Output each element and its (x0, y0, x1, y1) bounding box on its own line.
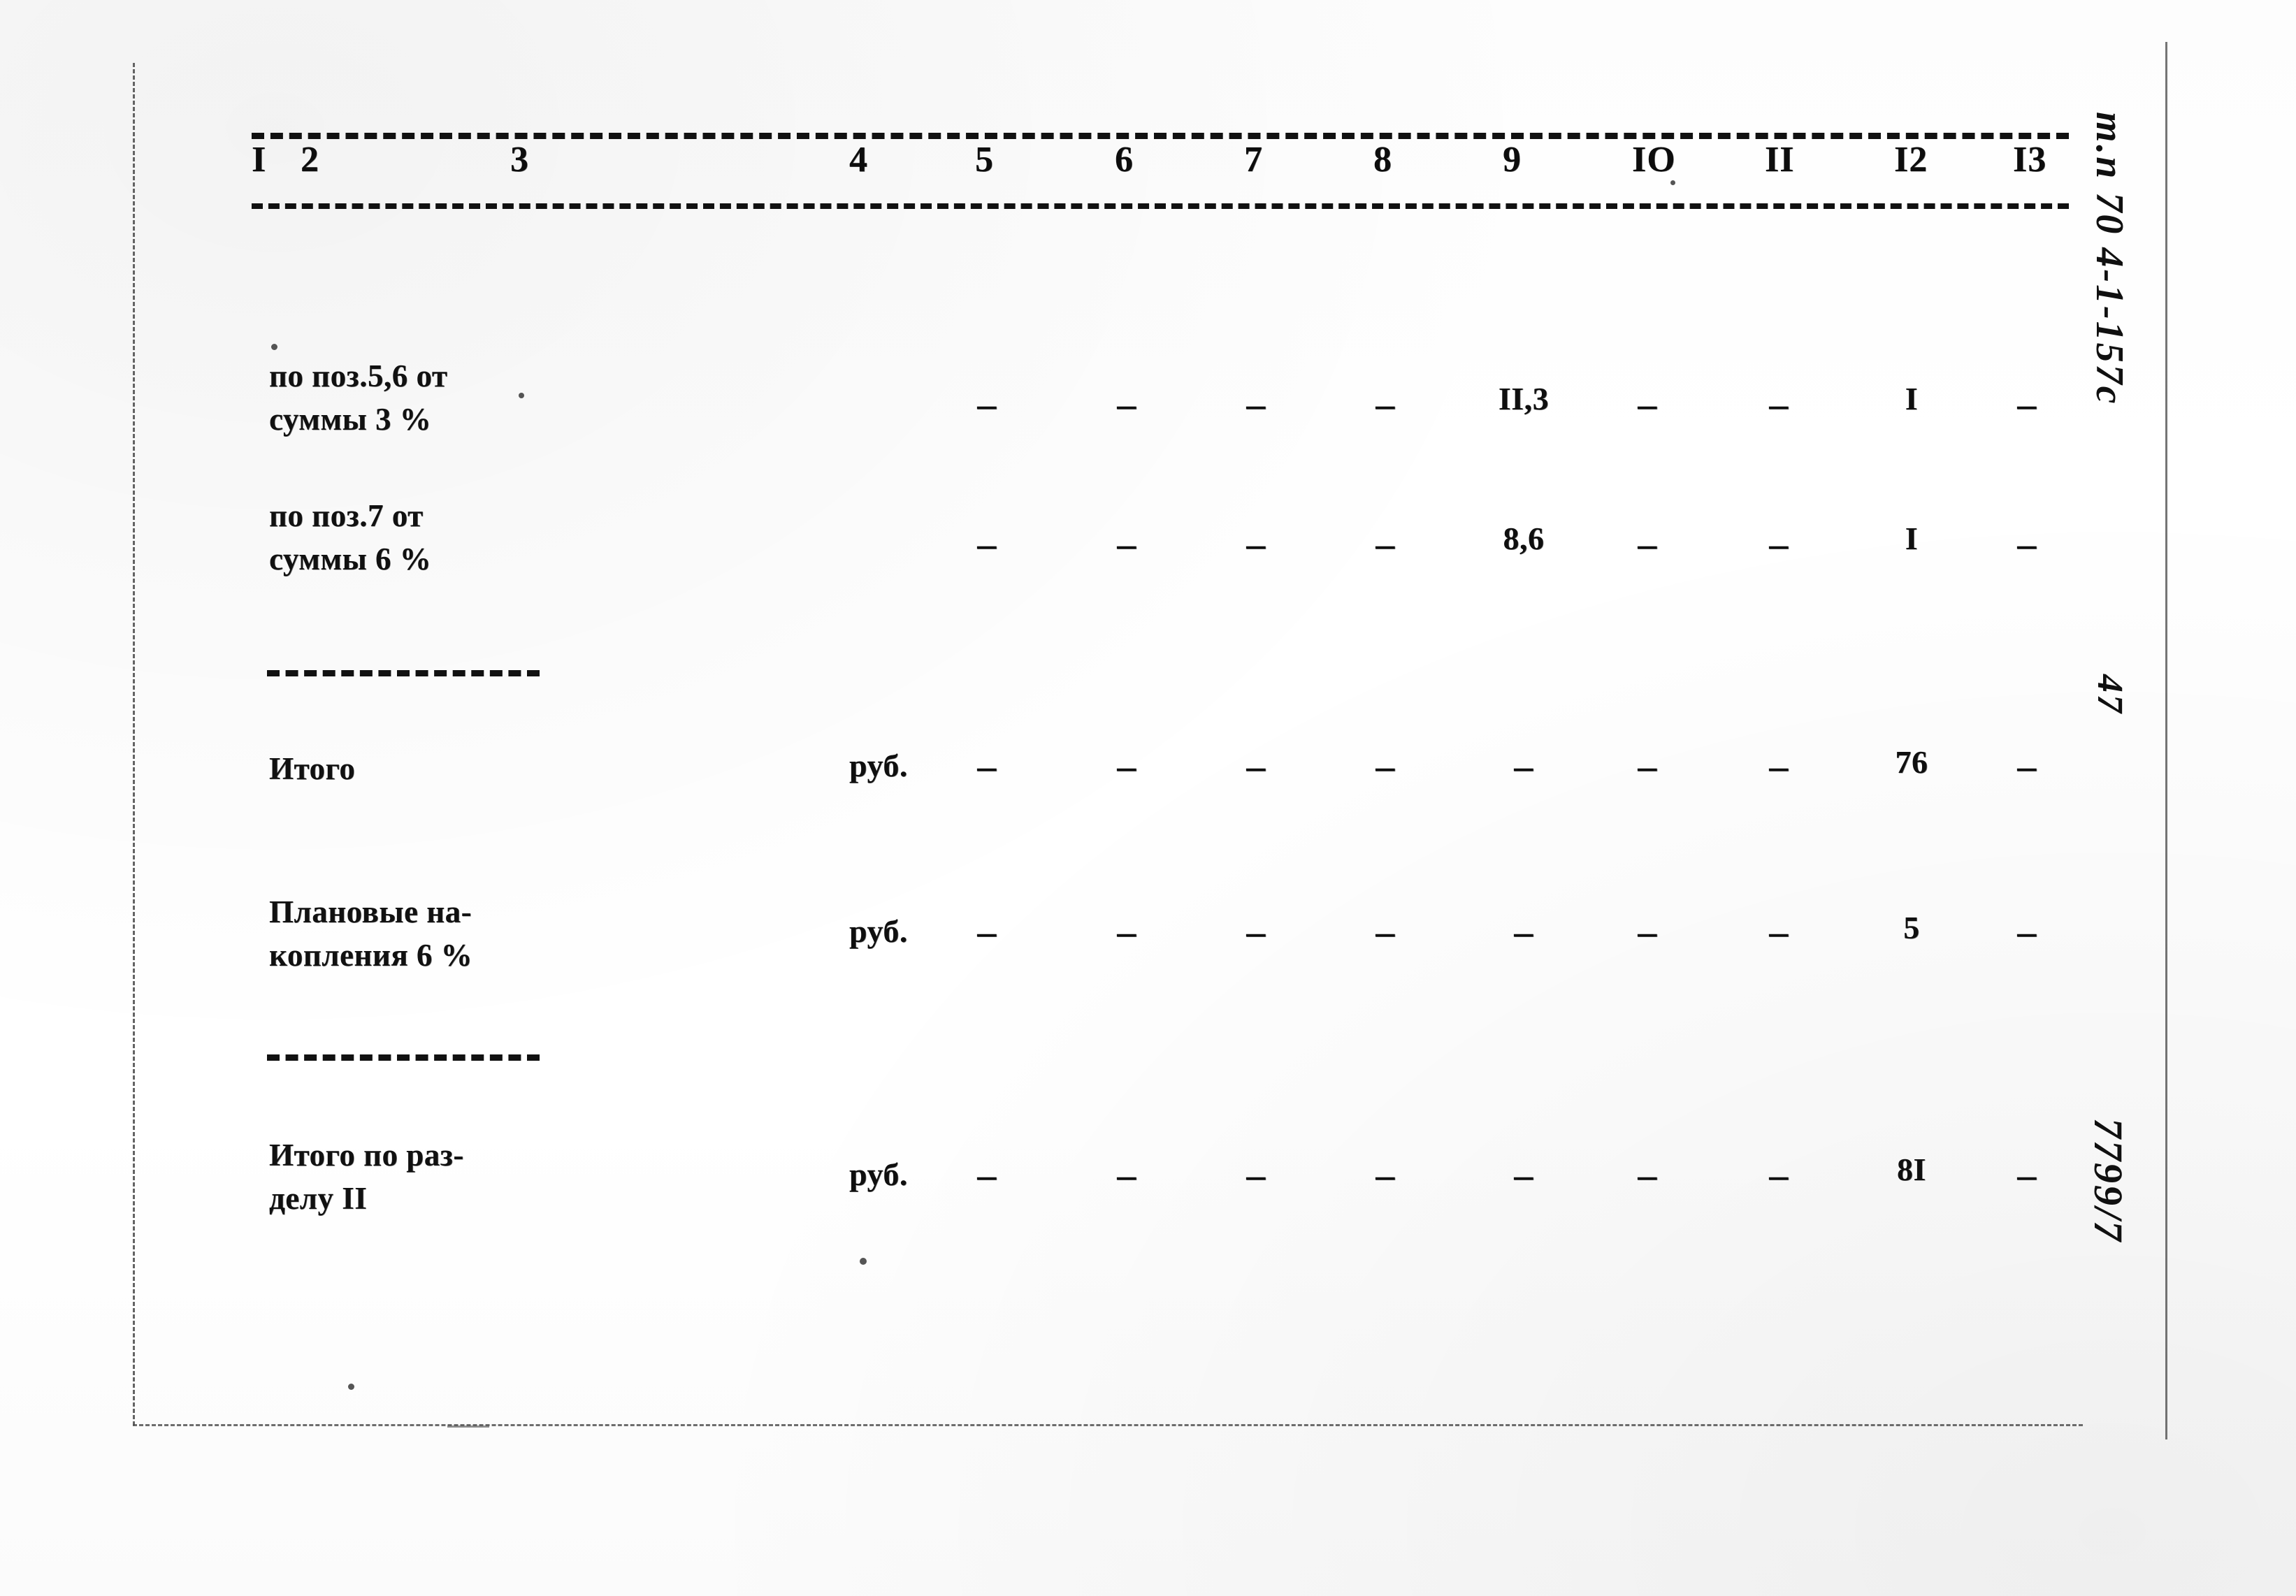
cell-col-10: – (1638, 911, 1657, 952)
column-header-7: 7 (1244, 140, 1263, 180)
row-unit: руб. (849, 913, 908, 949)
cell-col-8: – (1376, 911, 1395, 952)
column-header-13: I3 (2013, 140, 2047, 180)
cell-col-5: – (977, 523, 997, 565)
cell-col-7: – (1246, 383, 1266, 425)
column-header-1: I (252, 140, 267, 180)
cell-col-12: 76 (1895, 744, 1928, 780)
document-border-left (133, 63, 135, 1425)
document-border-right (2165, 42, 2167, 1439)
cell-col-9: 8,6 (1503, 521, 1545, 556)
column-header-8: 8 (1373, 140, 1392, 180)
row-separator (267, 1054, 540, 1061)
column-header-3: 3 (510, 140, 529, 180)
cell-col-13: – (2017, 1154, 2037, 1196)
column-header-9: 9 (1503, 140, 1522, 180)
cell-col-11: – (1769, 523, 1789, 565)
cell-col-10: – (1638, 523, 1657, 565)
cell-col-10: – (1638, 1154, 1657, 1196)
column-header-11: II (1765, 140, 1795, 180)
column-header-10: IO (1632, 140, 1676, 180)
cell-col-9: – (1514, 745, 1533, 787)
cell-col-6: – (1117, 523, 1136, 565)
cell-col-12: 5 (1903, 910, 1920, 945)
column-header-2: 2 (301, 140, 319, 180)
row-label: по поз.7 от суммы 6 % (269, 498, 432, 576)
cell-col-8: – (1376, 1154, 1395, 1196)
cell-col-10: – (1638, 383, 1657, 425)
cell-col-7: – (1246, 523, 1266, 565)
estimate-table: I 2 3 4 5 6 7 8 9 IO II I2 I3 по поз.5,6… (252, 133, 2069, 1299)
cell-col-8: – (1376, 523, 1395, 565)
cell-col-13: – (2017, 745, 2037, 787)
cell-col-9: – (1514, 911, 1533, 952)
row-unit: руб. (849, 748, 908, 783)
row-label: Итого по раз- делу II (269, 1138, 464, 1216)
row-label: Плановые на- копления 6 % (269, 894, 473, 973)
cell-col-12: I (1905, 521, 1919, 556)
cell-col-12: I (1905, 381, 1919, 416)
cell-col-9: – (1514, 1154, 1533, 1196)
row-unit: руб. (849, 1156, 908, 1192)
cell-col-11: – (1769, 911, 1789, 952)
cell-col-8: – (1376, 383, 1395, 425)
cell-col-13: – (2017, 383, 2037, 425)
cell-col-11: – (1769, 745, 1789, 787)
document-border-bottom-mark (447, 1425, 489, 1428)
cell-col-6: – (1117, 911, 1136, 952)
table-rule-header-bottom (252, 203, 2069, 209)
cell-col-5: – (977, 745, 997, 787)
column-header-6: 6 (1115, 140, 1134, 180)
cell-col-6: – (1117, 745, 1136, 787)
cell-col-8: – (1376, 745, 1395, 787)
cell-col-11: – (1769, 383, 1789, 425)
row-separator (267, 670, 540, 676)
margin-note-page-number: 47 (2090, 674, 2130, 715)
cell-col-13: – (2017, 523, 2037, 565)
cell-col-13: – (2017, 911, 2037, 952)
column-header-5: 5 (975, 140, 994, 180)
row-label: Итого (269, 751, 356, 786)
margin-note-spec-code: т.п 70 4-1-157с (2088, 112, 2131, 406)
cell-col-7: – (1246, 1154, 1266, 1196)
column-header-4: 4 (849, 140, 868, 180)
cell-col-11: – (1769, 1154, 1789, 1196)
cell-col-9: II,3 (1498, 381, 1550, 416)
table-header-row: I 2 3 4 5 6 7 8 9 IO II I2 I3 (252, 139, 2069, 203)
scan-speck (348, 1384, 354, 1390)
scanned-document-page: I 2 3 4 5 6 7 8 9 IO II I2 I3 по поз.5,6… (0, 0, 2296, 1596)
margin-note-archive-number: 7799/7 (2086, 1118, 2131, 1244)
table-rule-top (252, 133, 2069, 139)
cell-col-7: – (1246, 745, 1266, 787)
row-label: по поз.5,6 от суммы 3 % (269, 358, 448, 437)
cell-col-7: – (1246, 911, 1266, 952)
cell-col-6: – (1117, 383, 1136, 425)
table-body: по поз.5,6 от суммы 3 % – – – – II,3 – –… (252, 209, 2069, 1299)
cell-col-12: 8I (1897, 1152, 1926, 1187)
cell-col-6: – (1117, 1154, 1136, 1196)
cell-col-5: – (977, 383, 997, 425)
cell-col-5: – (977, 1154, 997, 1196)
document-border-bottom (133, 1424, 2083, 1426)
cell-col-10: – (1638, 745, 1657, 787)
cell-col-5: – (977, 911, 997, 952)
column-header-12: I2 (1894, 140, 1928, 180)
